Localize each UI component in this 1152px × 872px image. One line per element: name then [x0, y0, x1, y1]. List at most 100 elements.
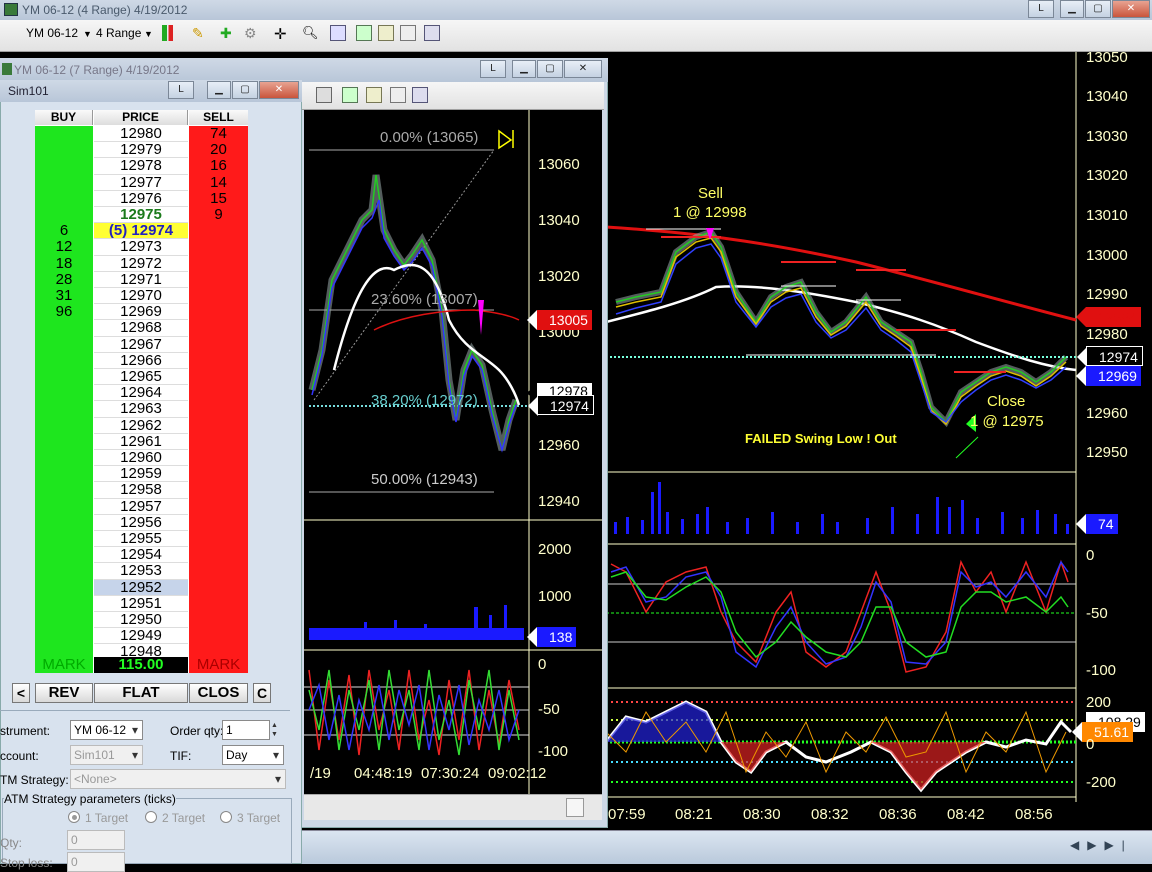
- sell-cell[interactable]: [189, 563, 248, 580]
- sell-cell[interactable]: [189, 628, 248, 645]
- buy-cell[interactable]: [35, 320, 93, 337]
- template-icon[interactable]: [390, 87, 406, 103]
- buy-cell[interactable]: 28: [35, 271, 93, 288]
- buy-cell[interactable]: [35, 190, 93, 207]
- sell-cell[interactable]: 74: [189, 125, 248, 143]
- sell-cell[interactable]: [189, 433, 248, 450]
- main-chart[interactable]: [606, 52, 1152, 864]
- price-cell[interactable]: 12967: [94, 336, 188, 353]
- price-cell[interactable]: 12972: [94, 255, 188, 272]
- price-cell[interactable]: 12957: [94, 498, 188, 515]
- sell-cell[interactable]: [189, 417, 248, 434]
- prev-button[interactable]: <: [12, 683, 30, 703]
- sell-cell[interactable]: [189, 612, 248, 629]
- price-cell[interactable]: 12950: [94, 611, 188, 629]
- sell-cell[interactable]: [189, 239, 248, 256]
- sell-cell[interactable]: 16: [189, 158, 248, 175]
- price-cell[interactable]: 12955: [94, 530, 188, 548]
- buy-cell[interactable]: [35, 126, 93, 143]
- sell-cell[interactable]: 14: [189, 174, 248, 191]
- radio-target3[interactable]: [220, 811, 232, 823]
- flatten-button[interactable]: FLAT: [94, 683, 188, 703]
- order-qty-input[interactable]: 1: [222, 720, 270, 740]
- sell-cell[interactable]: [189, 320, 248, 337]
- reverse-button[interactable]: REV: [35, 683, 93, 703]
- sell-cell[interactable]: 15: [189, 190, 248, 207]
- template-icon[interactable]: [400, 25, 416, 41]
- buy-cell[interactable]: 31: [35, 287, 93, 305]
- price-cell[interactable]: 12975: [94, 206, 188, 224]
- close-button[interactable]: ✕: [1112, 0, 1150, 18]
- sell-cell[interactable]: [189, 498, 248, 515]
- sell-cell[interactable]: [189, 336, 248, 353]
- buy-cell[interactable]: [35, 498, 93, 515]
- close-button[interactable]: ✕: [259, 81, 299, 99]
- sell-cell[interactable]: [189, 271, 248, 288]
- buy-cell[interactable]: [35, 417, 93, 434]
- sell-cell[interactable]: [189, 450, 248, 467]
- price-cell[interactable]: 12968: [94, 320, 188, 337]
- pencil-icon[interactable]: ✎: [192, 25, 208, 41]
- price-cell[interactable]: 12977: [94, 174, 188, 191]
- buy-cell[interactable]: [35, 174, 93, 191]
- chart-trader-icon[interactable]: [356, 25, 372, 41]
- buy-cell[interactable]: [35, 385, 93, 402]
- maximize-button[interactable]: ▢: [1085, 0, 1111, 18]
- data-box-icon[interactable]: [378, 25, 394, 41]
- stepper-icon[interactable]: ▲ ▼: [271, 721, 278, 739]
- sell-cell[interactable]: [189, 255, 248, 272]
- price-cell[interactable]: 12980: [94, 125, 188, 143]
- price-cell[interactable]: 12970: [94, 287, 188, 305]
- minimize-button[interactable]: ▁: [1060, 0, 1084, 18]
- buy-cell[interactable]: [35, 466, 93, 483]
- sell-cell[interactable]: [189, 385, 248, 402]
- radio-target1[interactable]: [68, 811, 80, 823]
- close-button[interactable]: ✕: [564, 60, 602, 78]
- atm-strategy-dropdown[interactable]: <None>: [70, 769, 286, 789]
- maximize-button[interactable]: ▢: [537, 60, 563, 78]
- buy-cell[interactable]: 12: [35, 239, 93, 256]
- price-cell[interactable]: 12951: [94, 595, 188, 612]
- data-box-icon[interactable]: [366, 87, 382, 103]
- sell-cell[interactable]: [189, 352, 248, 369]
- price-cell[interactable]: 12966: [94, 352, 188, 369]
- buy-cell[interactable]: [35, 142, 93, 159]
- price-cell[interactable]: 12964: [94, 385, 188, 402]
- stop-loss-input[interactable]: 0: [67, 852, 125, 872]
- scroll-arrows-icon[interactable]: ◀▶▶|: [1070, 838, 1133, 852]
- sell-cell[interactable]: [189, 514, 248, 531]
- buy-cell[interactable]: [35, 547, 93, 564]
- sell-cell[interactable]: [189, 466, 248, 483]
- horizontal-scrollbar[interactable]: [304, 794, 602, 820]
- price-cell[interactable]: 12954: [94, 547, 188, 564]
- price-cell[interactable]: 12965: [94, 368, 188, 386]
- price-cell[interactable]: 12971: [94, 271, 188, 288]
- close-position-button[interactable]: CLOS: [189, 683, 248, 703]
- layout-icon[interactable]: [412, 87, 428, 103]
- price-cell[interactable]: 12959: [94, 466, 188, 483]
- price-cell[interactable]: 12969: [94, 304, 188, 321]
- buy-cell[interactable]: [35, 595, 93, 612]
- price-cell[interactable]: 12962: [94, 417, 188, 434]
- add-indicator-icon[interactable]: ✚: [220, 25, 236, 41]
- instrument-selector[interactable]: YM 06-12: [26, 26, 78, 40]
- restore-L-button[interactable]: L: [480, 60, 506, 78]
- price-cell[interactable]: (5) 12974: [94, 223, 188, 240]
- period-selector[interactable]: 4 Range: [96, 26, 141, 40]
- price-cell[interactable]: 12952: [94, 579, 188, 596]
- sell-cell[interactable]: [189, 531, 248, 548]
- buy-cell[interactable]: [35, 450, 93, 467]
- restore-L-button[interactable]: L: [168, 81, 194, 99]
- instrument-dropdown[interactable]: YM 06-12: [70, 720, 143, 740]
- buy-cell[interactable]: 6: [35, 223, 93, 240]
- zoom-icon[interactable]: 🔍︎: [302, 25, 319, 41]
- sell-cell[interactable]: [189, 579, 248, 596]
- tif-dropdown[interactable]: Day: [222, 745, 284, 765]
- radio-target2[interactable]: [145, 811, 157, 823]
- minimize-button[interactable]: ▁: [207, 81, 231, 99]
- buy-cell[interactable]: [35, 369, 93, 386]
- buy-cell[interactable]: [35, 579, 93, 596]
- price-cell[interactable]: 12979: [94, 142, 188, 159]
- buy-cell[interactable]: [35, 514, 93, 531]
- crosshair-icon[interactable]: ✛: [274, 25, 290, 43]
